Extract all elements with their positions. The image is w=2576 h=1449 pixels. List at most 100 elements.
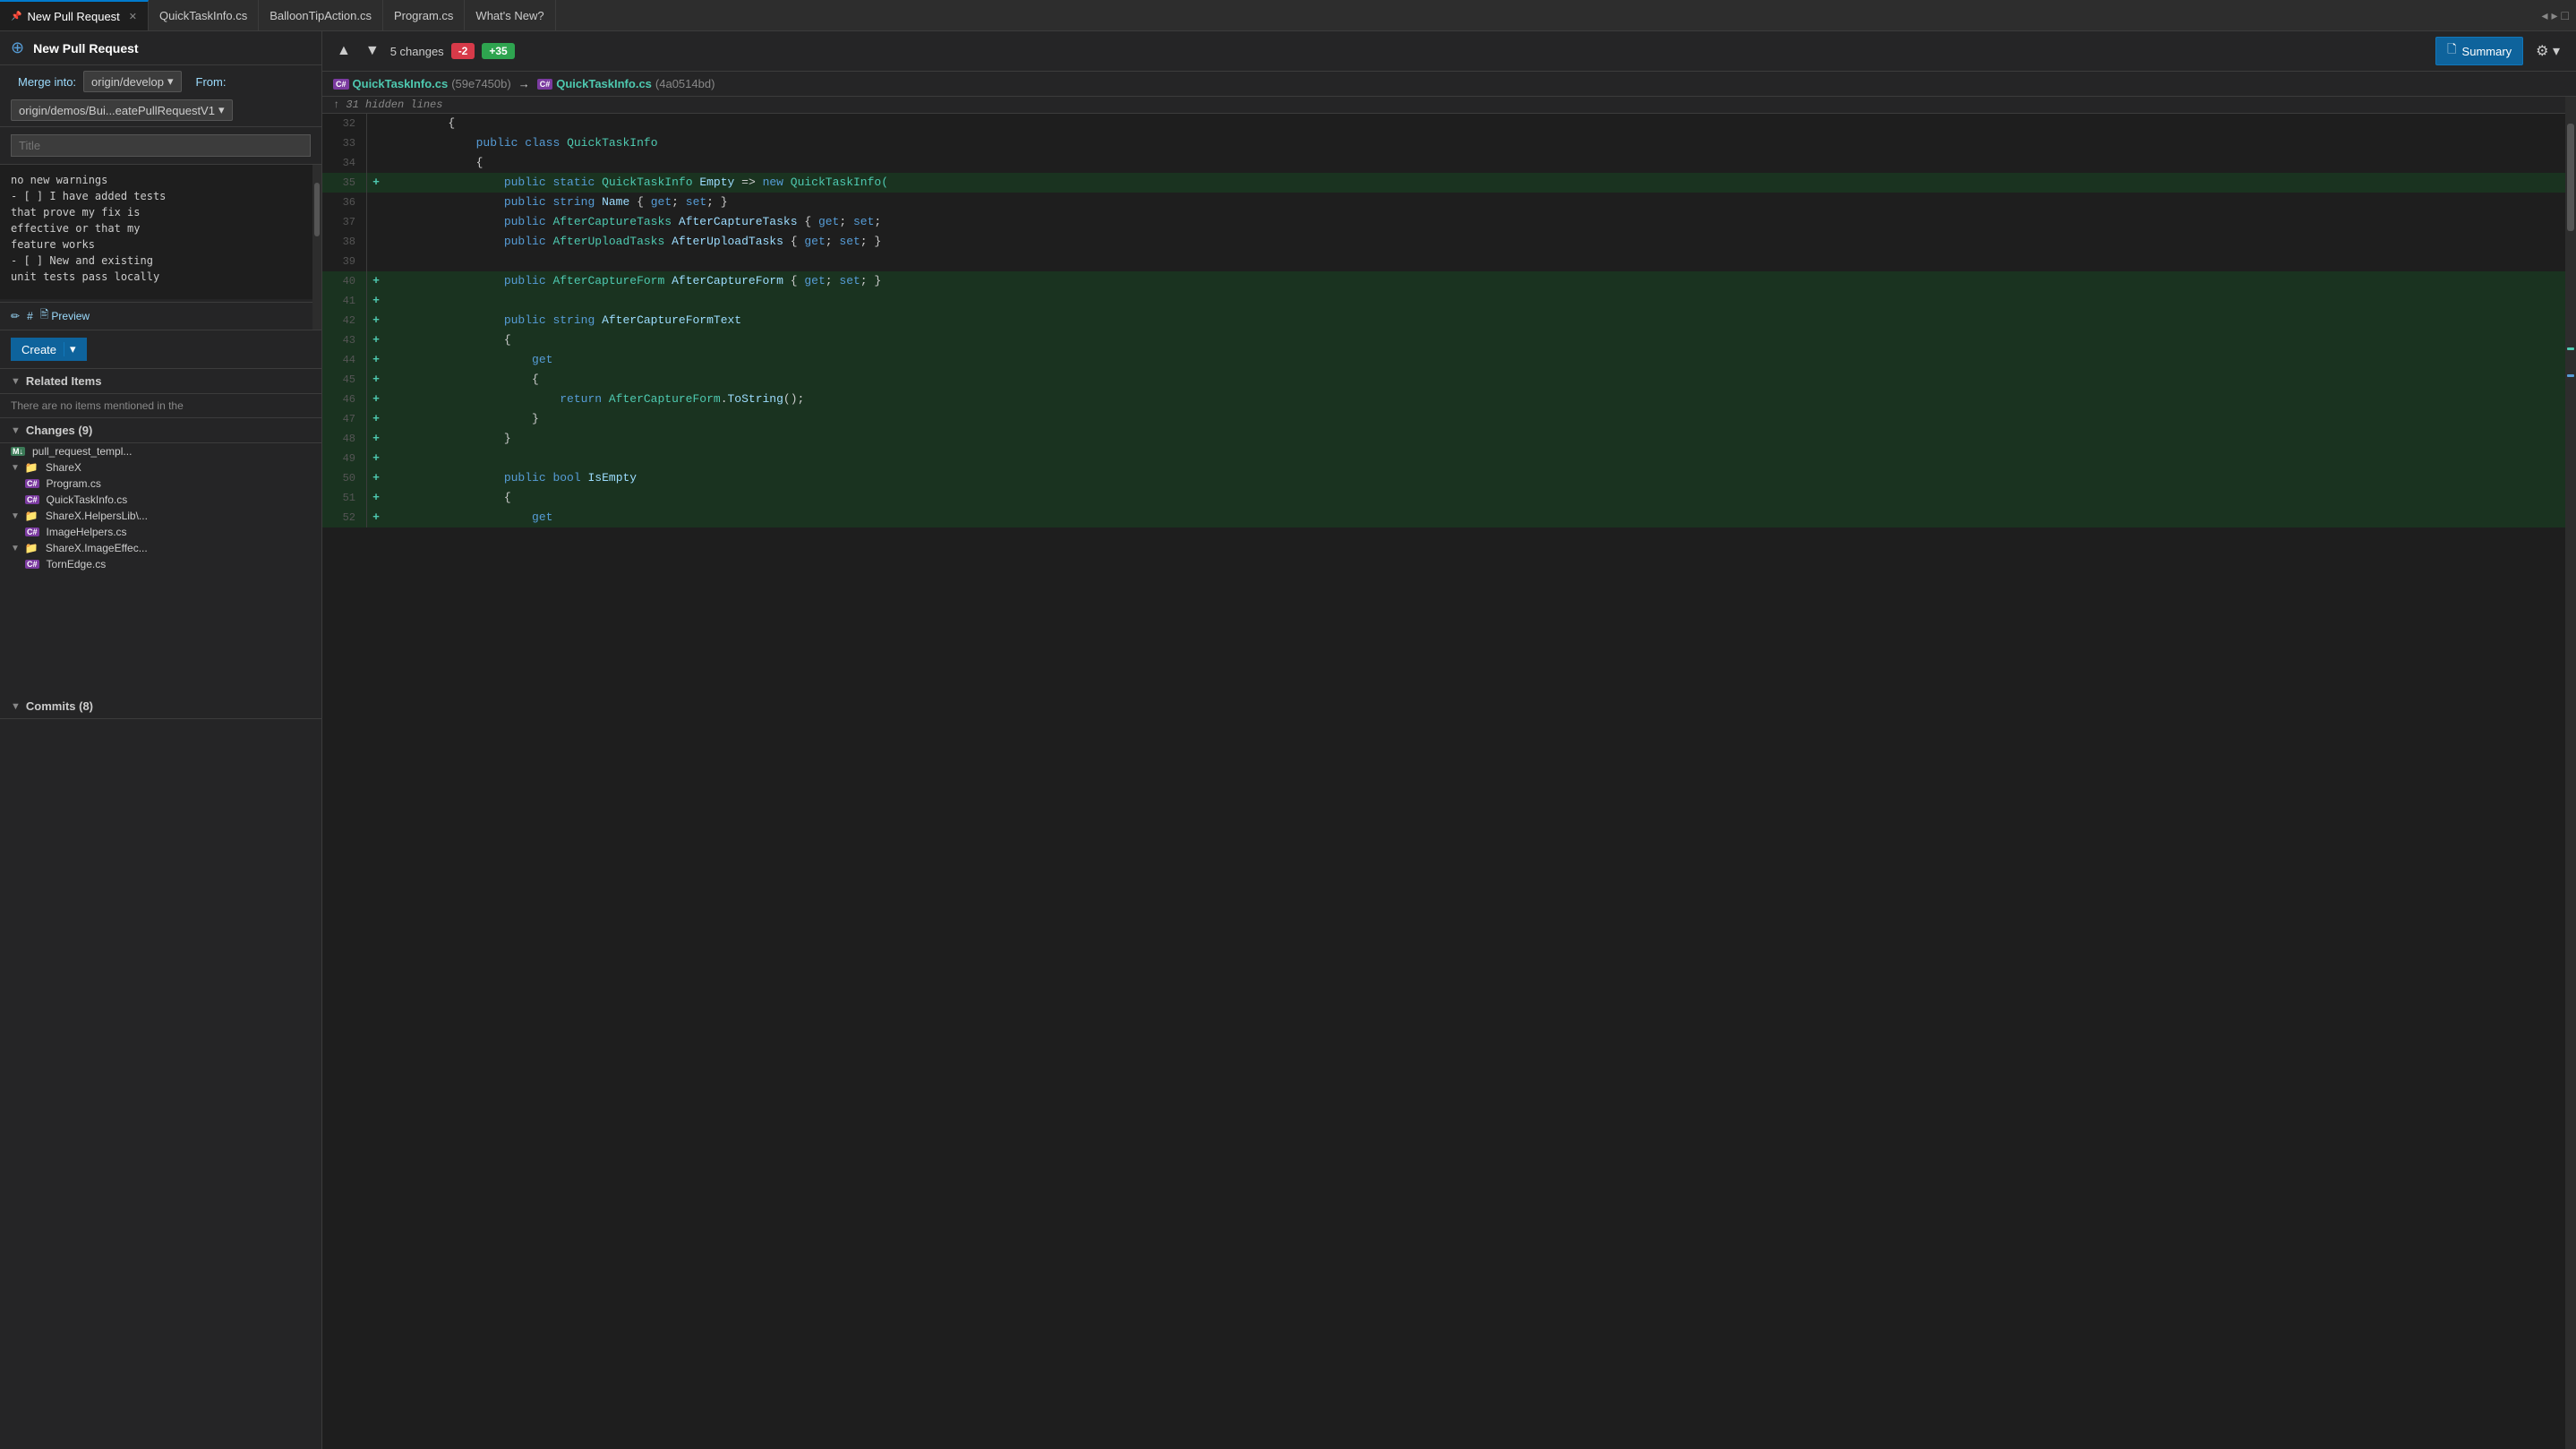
helperslib-folder-icon: 📁 bbox=[25, 510, 39, 522]
sharex-expand-arrow: ▼ bbox=[11, 463, 20, 473]
summary-button[interactable]: 🗋 Summary bbox=[2435, 37, 2523, 65]
tab-new-pr-close[interactable]: ✕ bbox=[129, 11, 137, 22]
merge-into-select[interactable]: origin/develop ▾ bbox=[83, 71, 181, 92]
tab-new-pr[interactable]: 📌 New Pull Request ✕ bbox=[0, 0, 149, 30]
tab-pin-icon: 📌 bbox=[11, 12, 21, 21]
commits-header[interactable]: ▼ Commits (8) bbox=[0, 694, 321, 719]
hash-icon: # bbox=[27, 310, 33, 322]
nav-up-btn[interactable]: ▲ bbox=[333, 41, 355, 61]
related-items-content: There are no items mentioned in the bbox=[0, 394, 321, 418]
create-button-label: Create bbox=[21, 343, 64, 356]
hash-btn[interactable]: # bbox=[27, 310, 33, 322]
tree-item-sharex-folder[interactable]: ▼ 📁 ShareX bbox=[0, 459, 311, 476]
merge-into-value: origin/develop bbox=[91, 75, 164, 89]
line-num-45: 45 bbox=[322, 370, 367, 390]
diff-line-34: 34 { bbox=[322, 153, 2565, 173]
line-prefix-48: + bbox=[367, 429, 385, 449]
line-num-34: 34 bbox=[322, 153, 367, 173]
imageeffec-folder-label: ShareX.ImageEffec... bbox=[46, 542, 148, 554]
line-num-32: 32 bbox=[322, 114, 367, 133]
md-icon: M↓ bbox=[11, 447, 25, 456]
tree-item-imagehelpers-cs[interactable]: C# ImageHelpers.cs bbox=[0, 524, 311, 540]
tree-item-imageeffec-folder[interactable]: ▼ 📁 ShareX.ImageEffec... bbox=[0, 540, 311, 556]
from-select[interactable]: origin/demos/Bui...eatePullRequestV1 ▾ bbox=[11, 99, 233, 121]
diff-line-49: 49 + bbox=[322, 449, 2565, 468]
sharex-folder-label: ShareX bbox=[46, 461, 81, 474]
settings-icon: ⚙ bbox=[2536, 44, 2548, 59]
desc-scrollbar-thumb[interactable] bbox=[314, 183, 320, 236]
right-cs-badge: C# bbox=[537, 79, 553, 90]
line-prefix-50: + bbox=[367, 468, 385, 488]
diff-line-41: 41 + bbox=[322, 291, 2565, 311]
line-num-38: 38 bbox=[322, 232, 367, 252]
description-textarea[interactable]: no new warnings - [ ] I have added tests… bbox=[0, 165, 321, 299]
helperslib-expand-arrow: ▼ bbox=[11, 511, 20, 521]
line-prefix-51: + bbox=[367, 488, 385, 508]
diff-content[interactable]: ↑ 31 hidden lines 32 { 33 public class Q… bbox=[322, 97, 2565, 1449]
settings-button[interactable]: ⚙ ▾ bbox=[2530, 40, 2565, 62]
merge-into-dropdown-icon: ▾ bbox=[167, 74, 174, 89]
settings-dropdown-icon: ▾ bbox=[2553, 44, 2560, 59]
line-code-46: return AfterCaptureForm.ToString(); bbox=[385, 390, 2565, 409]
file-header: C# QuickTaskInfo.cs (59e7450b) → C# Quic… bbox=[322, 72, 2576, 97]
tab-whatsnew[interactable]: What's New? bbox=[465, 0, 555, 30]
tree-item-program-cs[interactable]: C# Program.cs bbox=[0, 476, 311, 492]
hidden-lines-text: ↑ 31 hidden lines bbox=[333, 99, 442, 111]
preview-btn[interactable]: 🖹 Preview bbox=[40, 306, 90, 325]
diff-line-44: 44 + get bbox=[322, 350, 2565, 370]
diff-area: ↑ 31 hidden lines 32 { 33 public class Q… bbox=[322, 97, 2576, 1449]
tab-program[interactable]: Program.cs bbox=[383, 0, 465, 30]
right-file-name: QuickTaskInfo.cs bbox=[556, 77, 652, 90]
tree-item-helperslib-folder[interactable]: ▼ 📁 ShareX.HelpersLib\... bbox=[0, 508, 311, 524]
line-code-34: { bbox=[385, 153, 2565, 173]
edit-btn[interactable]: ✏ bbox=[11, 310, 20, 322]
create-button[interactable]: Create ▾ bbox=[11, 338, 87, 361]
tree-item-quicktaskinfo-cs[interactable]: C# QuickTaskInfo.cs bbox=[0, 492, 311, 508]
tab-overflow-right[interactable]: ▸ bbox=[2552, 8, 2558, 23]
tab-quicktaskinfo[interactable]: QuickTaskInfo.cs bbox=[149, 0, 259, 30]
hidden-lines-hint: ↑ 31 hidden lines bbox=[322, 97, 2565, 114]
tab-balloontipaction-label: BalloonTipAction.cs bbox=[270, 9, 372, 22]
line-prefix-37 bbox=[367, 212, 385, 232]
pr-header: ⊕ New Pull Request bbox=[0, 31, 321, 65]
nav-down-btn[interactable]: ▼ bbox=[362, 41, 383, 61]
line-code-52: get bbox=[385, 508, 2565, 527]
line-code-47: } bbox=[385, 409, 2565, 429]
tab-balloontipaction[interactable]: BalloonTipAction.cs bbox=[259, 0, 383, 30]
title-input[interactable] bbox=[11, 134, 311, 157]
line-code-44: get bbox=[385, 350, 2565, 370]
tab-overflow-left[interactable]: ◂ bbox=[2541, 8, 2547, 23]
main-layout: ⊕ New Pull Request Merge into: origin/de… bbox=[0, 31, 2576, 1449]
line-prefix-43: + bbox=[367, 330, 385, 350]
diff-line-35: 35 + public static QuickTaskInfo Empty =… bbox=[322, 173, 2565, 193]
diff-line-39: 39 bbox=[322, 252, 2565, 271]
line-code-49 bbox=[385, 449, 2565, 468]
tree-item-tornedge-cs[interactable]: C# TornEdge.cs bbox=[0, 556, 311, 572]
diff-right-scrollbar[interactable] bbox=[2565, 97, 2576, 1449]
line-code-51: { bbox=[385, 488, 2565, 508]
line-code-37: public AfterCaptureTasks AfterCaptureTas… bbox=[385, 212, 2565, 232]
imageeffec-expand-arrow: ▼ bbox=[11, 544, 20, 553]
line-prefix-39 bbox=[367, 252, 385, 271]
line-num-50: 50 bbox=[322, 468, 367, 488]
line-code-42: public string AfterCaptureFormText bbox=[385, 311, 2565, 330]
sharex-folder-icon: 📁 bbox=[25, 461, 39, 474]
from-value: origin/demos/Bui...eatePullRequestV1 bbox=[19, 104, 215, 117]
tree-item-label: pull_request_templ... bbox=[32, 445, 132, 458]
diff-line-47: 47 + } bbox=[322, 409, 2565, 429]
changes-header[interactable]: ▼ Changes (9) bbox=[0, 418, 321, 443]
left-file-hash: (59e7450b) bbox=[451, 77, 511, 90]
left-panel: ⊕ New Pull Request Merge into: origin/de… bbox=[0, 31, 322, 1449]
file-arrow: → bbox=[518, 77, 530, 90]
tree-item-pullrequest-templ[interactable]: M↓ pull_request_templ... bbox=[0, 443, 311, 459]
edit-icon: ✏ bbox=[11, 310, 20, 322]
tab-overflow-menu[interactable]: □ bbox=[2562, 8, 2569, 22]
diff-line-46: 46 + return AfterCaptureForm.ToString(); bbox=[322, 390, 2565, 409]
line-prefix-40: + bbox=[367, 271, 385, 291]
create-dropdown-icon[interactable]: ▾ bbox=[64, 342, 76, 356]
changes-scroll[interactable]: M↓ pull_request_templ... ▼ 📁 ShareX C# P… bbox=[0, 443, 321, 694]
commits-arrow: ▼ bbox=[11, 701, 21, 712]
line-num-43: 43 bbox=[322, 330, 367, 350]
diff-line-33: 33 public class QuickTaskInfo bbox=[322, 133, 2565, 153]
related-items-header[interactable]: ▼ Related Items bbox=[0, 369, 321, 394]
